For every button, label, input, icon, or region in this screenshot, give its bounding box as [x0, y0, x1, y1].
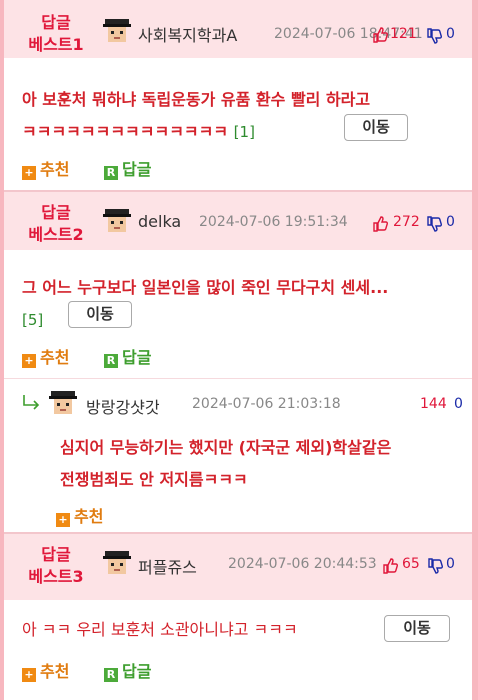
plus-icon: + [22, 668, 36, 682]
comment-text-line: 아 보훈처 뭐하냐 독립운동가 유품 환수 빨리 하라고 [22, 90, 371, 109]
upvote-count: 121 [390, 26, 417, 42]
recommend-label: 추천 [40, 160, 70, 179]
nickname[interactable]: delka [138, 212, 181, 231]
reply-arrow-icon [23, 395, 40, 410]
avatar-icon[interactable] [102, 548, 132, 578]
reply-count[interactable]: [1] [234, 123, 255, 141]
reply-r-icon: R [104, 668, 118, 682]
comment-datetime: 2024-07-06 19:51:34 [199, 214, 348, 230]
comment-list: 답글 베스트1 사회복지학과A 2024-07-06 18:47:41 121 … [4, 0, 472, 700]
reply-count[interactable]: [5] [22, 311, 43, 329]
nickname[interactable]: 퍼플쥬스 [138, 554, 197, 578]
reply-label: 답글 [122, 160, 152, 179]
comment-datetime: 2024-07-06 21:03:18 [192, 396, 341, 412]
reply-r-icon: R [104, 166, 118, 180]
reply-button[interactable]: R 답글 [104, 344, 151, 368]
best-badge-line2: 베스트3 [28, 567, 84, 586]
move-button[interactable]: 이동 [384, 615, 450, 642]
best-badge-line1: 답글 [41, 13, 71, 32]
best-badge-line1: 답글 [41, 203, 71, 222]
recommend-label: 추천 [40, 348, 70, 367]
downvote-count: 0 [446, 556, 455, 572]
best-badge: 답글 베스트1 [18, 12, 94, 56]
recommend-button[interactable]: + 추천 [22, 156, 69, 180]
recommend-button[interactable]: + 추천 [56, 503, 103, 527]
comment-text-line: 그 어느 누구보다 일본인을 많이 죽인 무다구치 센세... [22, 278, 389, 297]
comment-header: 답글 베스트2 delka 2024-07-06 19:51:34 272 0 [4, 192, 472, 250]
move-button[interactable]: 이동 [68, 301, 132, 328]
best-badge-line2: 베스트2 [28, 225, 84, 244]
plus-icon: + [22, 166, 36, 180]
thumbs-down-icon[interactable] [427, 558, 443, 574]
nickname[interactable]: 사회복지학과A [138, 22, 237, 46]
divider [4, 378, 472, 379]
best-badge: 답글 베스트2 [18, 202, 94, 246]
reply-button[interactable]: R 답글 [104, 156, 151, 180]
avatar-icon[interactable] [102, 206, 132, 236]
comment-header: 답글 베스트1 사회복지학과A 2024-07-06 18:47:41 121 … [4, 0, 472, 58]
nickname[interactable]: 방랑강샷갓 [86, 394, 160, 418]
upvote-count: 272 [393, 214, 420, 230]
best-badge-line1: 답글 [41, 545, 71, 564]
recommend-label: 추천 [40, 662, 70, 681]
downvote-count: 0 [454, 396, 463, 412]
reply-button[interactable]: R 답글 [104, 658, 151, 682]
comment-text: ㅋㅋㅋㅋㅋㅋㅋㅋㅋㅋㅋㅋㅋㅋ [22, 122, 229, 141]
comment-body: 심지어 무능하기는 했지만 (자국군 제외)학살같은 전쟁범죄도 안 저지름ㅋㅋ… [60, 432, 460, 496]
plus-icon: + [22, 354, 36, 368]
comment-text-line: 심지어 무능하기는 했지만 (자국군 제외)학살같은 [60, 438, 392, 457]
thumbs-down-icon[interactable] [426, 216, 442, 232]
reply-label: 답글 [122, 348, 152, 367]
avatar-icon[interactable] [102, 16, 132, 46]
comment-text-line: 전쟁범죄도 안 저지름ㅋㅋㅋ [60, 470, 248, 489]
reply-label: 답글 [122, 662, 152, 681]
recommend-button[interactable]: + 추천 [22, 344, 69, 368]
comment-datetime: 2024-07-06 20:44:53 [228, 556, 377, 572]
upvote-count: 144 [420, 396, 447, 412]
thumbs-down-icon[interactable] [426, 28, 442, 44]
recommend-button[interactable]: + 추천 [22, 658, 69, 682]
reply-r-icon: R [104, 354, 118, 368]
best-badge: 답글 베스트3 [18, 544, 94, 588]
downvote-count: 0 [446, 214, 455, 230]
plus-icon: + [56, 513, 70, 527]
best-badge-line2: 베스트1 [28, 35, 84, 54]
comment-header: 답글 베스트3 퍼플쥬스 2024-07-06 20:44:53 65 0 [4, 534, 472, 600]
move-button[interactable]: 이동 [344, 114, 408, 141]
recommend-label: 추천 [74, 507, 104, 526]
thumbs-up-icon[interactable] [382, 558, 398, 574]
thumbs-up-icon[interactable] [372, 27, 388, 43]
downvote-count: 0 [446, 26, 455, 42]
upvote-count: 65 [402, 556, 420, 572]
thumbs-up-icon[interactable] [372, 216, 388, 232]
avatar-icon[interactable] [48, 388, 78, 418]
